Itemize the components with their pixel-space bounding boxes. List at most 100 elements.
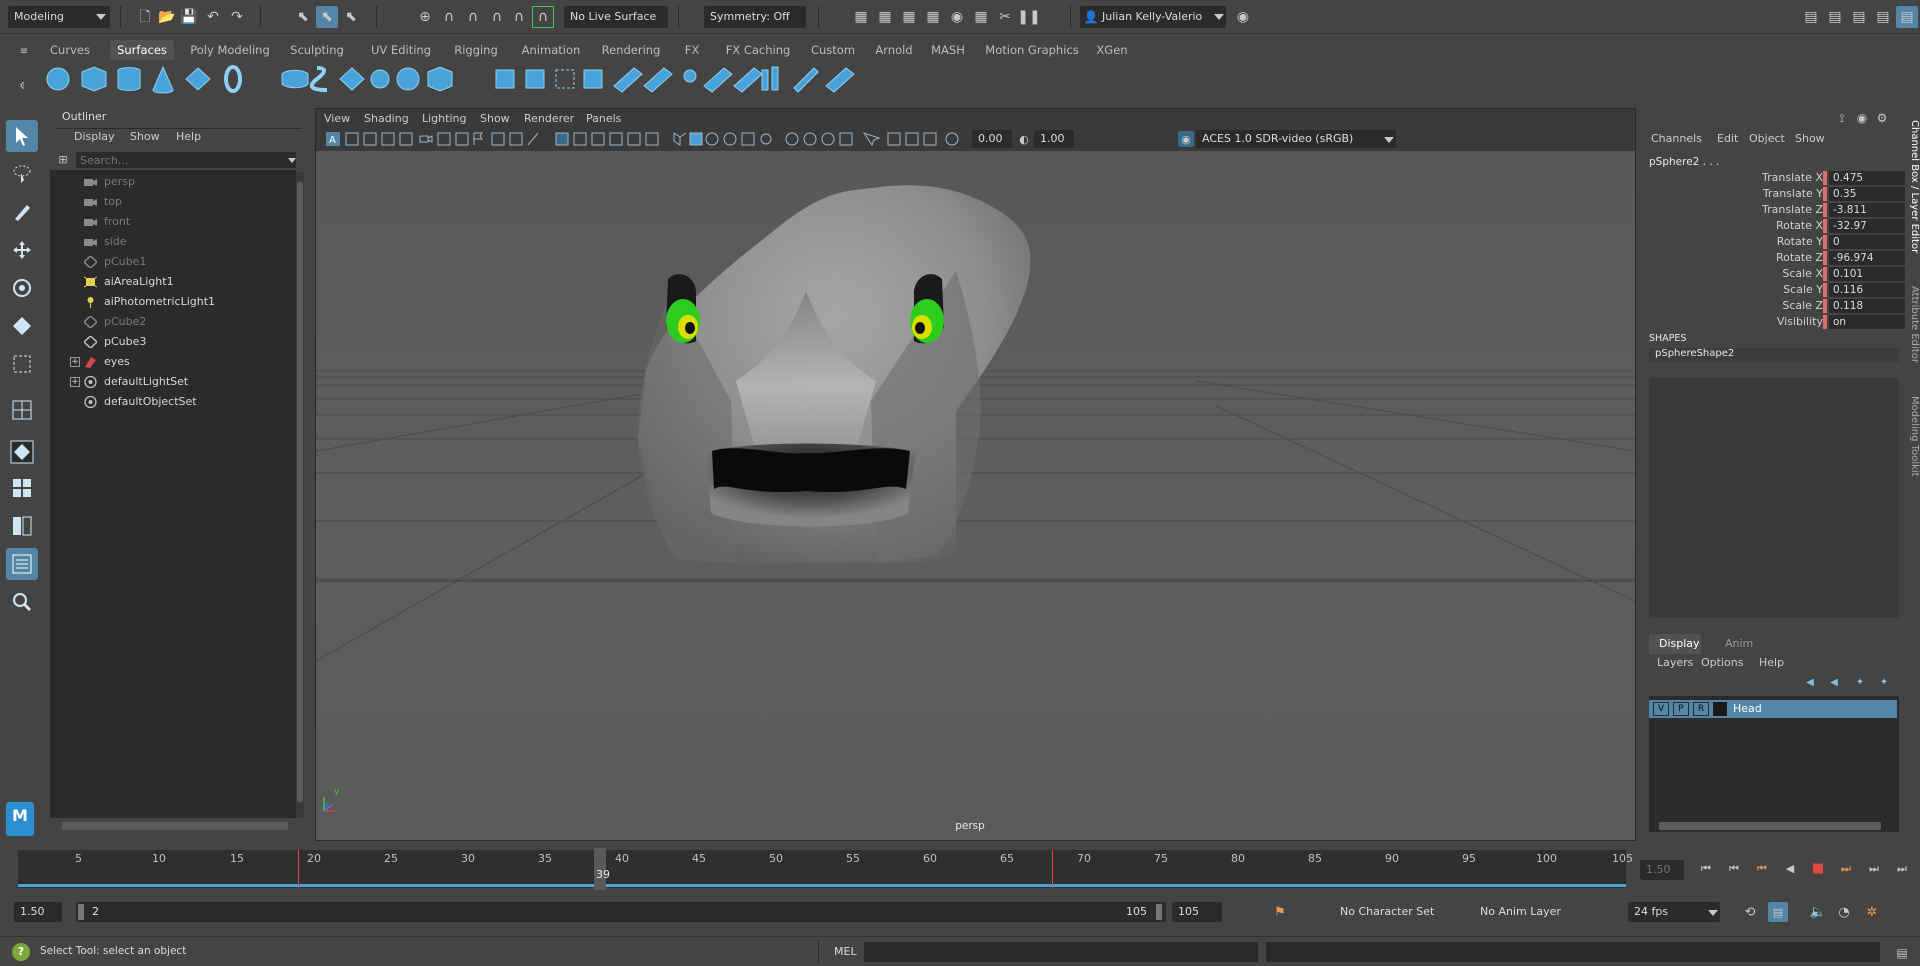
menu-lighting[interactable]: Lighting [422,112,466,125]
go-to-end-icon[interactable]: ⏭ [1892,858,1912,878]
tab-display[interactable]: Display [1649,634,1701,654]
rotate-tool-icon[interactable] [6,272,38,304]
attr-visibility[interactable]: Visibility on [1643,314,1905,330]
menu-shading[interactable]: Shading [364,112,409,125]
snap-surface-icon[interactable]: ∩ [508,6,530,28]
redo-icon[interactable]: ↷ [226,6,248,28]
playback-speed-icon[interactable]: ◔ [1834,902,1854,922]
undo-icon[interactable]: ↶ [202,6,224,28]
tab-motion-graphics[interactable]: Motion Graphics [980,40,1084,60]
command-line-input[interactable] [864,942,1258,962]
symmetry-menu[interactable]: Symmetry: Off [704,6,806,28]
new-empty-layer-icon[interactable]: ✦ [1851,676,1869,690]
layer-menu-options[interactable]: Options [1701,656,1743,669]
list-item[interactable]: aiPhotometricLight1 [50,292,296,312]
pause-ipr-icon[interactable]: ❚❚ [1017,6,1040,28]
tab-sculpting[interactable]: Sculpting [282,40,352,60]
viewport-tool-icons[interactable]: A [320,128,1040,150]
list-item[interactable]: defaultObjectSet [50,392,296,412]
render-settings-icon[interactable]: ▦ [922,6,944,28]
layer-menu-layers[interactable]: Layers [1657,656,1693,669]
character-set-menu[interactable]: No Character Set [1340,902,1456,922]
make-live-icon[interactable]: ∩ [532,6,554,28]
tab-animation[interactable]: Animation [514,40,588,60]
filter-icon[interactable]: ⊞ [56,152,70,166]
render-view-icon[interactable]: ▦ [850,6,872,28]
attr-scale-x[interactable]: Scale X 0.101 [1643,266,1905,282]
outliner-menu-help[interactable]: Help [176,130,201,143]
tab-rendering[interactable]: Rendering [594,40,668,60]
attr-translate-z[interactable]: Translate Z -3.811 [1643,202,1905,218]
outliner-vertical-scrollbar[interactable] [296,172,304,818]
current-time-field[interactable]: 1.50 [1640,860,1684,880]
persp-layout-icon[interactable] [6,436,38,468]
range-start-handle[interactable] [78,904,84,920]
go-to-start-icon[interactable]: ⏮ [1696,858,1716,878]
tab-anim[interactable]: Anim [1725,637,1753,650]
step-forward-frame-icon[interactable]: ⏭ [1864,858,1884,878]
new-layer-selected-icon[interactable]: ✦ [1875,676,1893,690]
attr-value[interactable]: 0.116 [1829,283,1905,297]
animation-preferences-icon[interactable]: ✲ [1862,902,1882,922]
layer-menu-help[interactable]: Help [1759,656,1784,669]
layer-playback-toggle[interactable]: P [1673,702,1689,716]
menu-show[interactable]: Show [480,112,510,125]
attr-rotate-y[interactable]: Rotate Y 0 [1643,234,1905,250]
tab-arnold[interactable]: Arnold [870,40,918,60]
attr-value[interactable]: on [1829,315,1905,329]
expand-icon[interactable]: + [70,357,80,367]
channel-menu-show[interactable]: Show [1795,132,1825,145]
new-scene-icon[interactable]: 🗋 [134,6,156,28]
user-account-menu[interactable]: Julian Kelly-Valerio [1080,6,1226,28]
snap-grid-icon[interactable]: ⊕ [414,6,436,28]
open-scene-icon[interactable]: 📂 [156,6,178,28]
tab-curves[interactable]: Curves [42,40,98,60]
snap-curve-icon[interactable]: ∩ [438,6,460,28]
tab-modeling-toolkit[interactable]: Modeling Toolkit [1904,396,1920,477]
channel-menu-edit[interactable]: Edit [1717,132,1738,145]
sound-icon[interactable]: 🔈 [1808,902,1828,922]
tab-mash[interactable]: MASH [924,40,972,60]
gamma-icon[interactable]: ◐ [1016,130,1032,148]
attr-scale-y[interactable]: Scale Y 0.116 [1643,282,1905,298]
channel-menu-object[interactable]: Object [1749,132,1785,145]
move-tool-icon[interactable] [6,234,38,266]
list-item[interactable]: + eyes [50,352,296,372]
tab-fx[interactable]: FX [678,40,706,60]
ipr-render-icon[interactable]: ▦ [898,6,920,28]
select-hierarchy-icon[interactable]: ⬉ [292,6,314,28]
arnold-render-icon[interactable]: ▦ [970,6,992,28]
scale-tool-icon[interactable] [6,310,38,342]
attr-rotate-z[interactable]: Rotate Z -96.974 [1643,250,1905,266]
attr-rotate-x[interactable]: Rotate X -32.97 [1643,218,1905,234]
step-back-key-icon[interactable]: ⏮ [1752,858,1772,878]
attr-scale-z[interactable]: Scale Z 0.118 [1643,298,1905,314]
play-backwards-icon[interactable]: ◀ [1780,858,1800,878]
menu-view[interactable]: View [324,112,350,125]
move-layer-up-icon[interactable]: ◀ [1801,676,1819,690]
snap-point-icon[interactable]: ∩ [462,6,484,28]
outliner-horizontal-scrollbar[interactable] [62,822,288,830]
tab-xgen[interactable]: XGen [1090,40,1134,60]
attribute-editor-icon[interactable]: ▤ [1848,6,1870,28]
select-component-icon[interactable]: ⬉ [340,6,362,28]
range-slider-track[interactable]: 2 105 [76,902,1166,922]
outliner-menu-show[interactable]: Show [130,130,160,143]
fps-select[interactable]: 24 fps [1628,902,1720,922]
color-management-icon[interactable]: ◉ [1178,131,1194,147]
list-item[interactable]: front [50,212,296,232]
menu-renderer[interactable]: Renderer [524,112,574,125]
tab-channel-box[interactable]: Channel Box / Layer Editor [1904,120,1920,253]
select-object-icon[interactable]: ⬉ [316,6,338,28]
tab-custom[interactable]: Custom [806,40,860,60]
hypershade-icon[interactable]: ◉ [946,6,968,28]
tab-rigging[interactable]: Rigging [446,40,506,60]
snap-view-icon[interactable]: ∩ [486,6,508,28]
layer-row[interactable]: V P R Head [1649,700,1897,718]
color-space-select[interactable]: ACES 1.0 SDR-video (sRGB) [1196,130,1396,148]
live-surface-field[interactable]: No Live Surface [564,6,668,28]
anim-layer-menu[interactable]: No Anim Layer [1480,902,1590,922]
render-frame-icon[interactable]: ▦ [874,6,896,28]
attr-value[interactable]: -96.974 [1829,251,1905,265]
attr-value[interactable]: 0.101 [1829,267,1905,281]
